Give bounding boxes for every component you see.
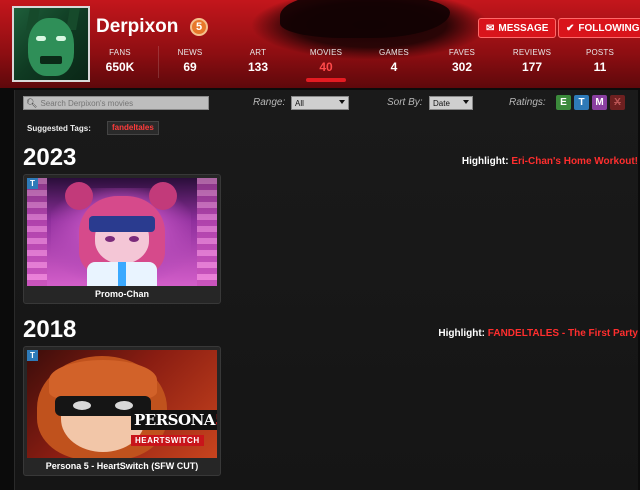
thumb-eye — [115, 401, 133, 410]
movies-panel: 🔍︎ Range: All Sort By: Date Ratings: E T… — [14, 90, 638, 490]
rating-filter-t[interactable]: T — [574, 95, 589, 110]
stat-movies[interactable]: MOVIES 40 — [296, 44, 356, 74]
stat-label: FANS — [109, 48, 131, 57]
following-button-label: FOLLOWING — [578, 22, 640, 34]
message-button-label: MESSAGE — [498, 22, 549, 34]
search-box[interactable]: 🔍︎ — [23, 96, 209, 110]
thumb-visor — [89, 216, 155, 232]
stat-value: 4 — [390, 60, 398, 74]
stat-value: 69 — [183, 60, 197, 74]
highlight-label: Highlight: — [461, 156, 509, 167]
stat-posts[interactable]: POSTS 11 — [570, 44, 630, 74]
stat-label: REVIEWS — [512, 48, 552, 57]
following-button[interactable]: ✔ FOLLOWING — [558, 18, 640, 38]
movie-card-promo-chan[interactable]: T Promo-Chan — [23, 174, 221, 304]
stat-value: 40 — [319, 60, 333, 74]
avatar[interactable] — [12, 6, 90, 82]
message-button[interactable]: ✉ MESSAGE — [478, 18, 557, 38]
thumb-stripe — [118, 262, 126, 286]
movie-title[interactable]: Promo-Chan — [24, 289, 220, 299]
sort-select-value: Date — [433, 98, 450, 108]
search-input[interactable] — [40, 98, 201, 108]
thumb-eye — [105, 236, 115, 242]
stat-label: MOVIES — [309, 48, 343, 57]
stat-label: POSTS — [585, 48, 615, 57]
sort-label: Sort By: — [387, 97, 423, 108]
avatar-face — [28, 18, 74, 76]
thumb-eye — [73, 401, 91, 410]
rating-badge: T — [27, 350, 38, 361]
persona-logo-number: 5 — [215, 411, 217, 429]
user-level-badge: 5 — [190, 18, 208, 36]
sort-select[interactable]: Date — [429, 96, 473, 110]
stat-faves[interactable]: FAVES 302 — [432, 44, 492, 74]
ratings-label: Ratings: — [509, 97, 546, 108]
stat-value: 133 — [247, 60, 269, 74]
stat-fans[interactable]: FANS 650K — [90, 44, 150, 74]
search-icon: 🔍︎ — [26, 97, 38, 108]
thumb-side-pattern — [197, 178, 217, 286]
stat-games[interactable]: GAMES 4 — [364, 44, 424, 74]
highlight-link[interactable]: Eri-Chan's Home Workout! — [511, 156, 638, 167]
stat-value: 302 — [451, 60, 473, 74]
check-circle-icon: ✔ — [566, 22, 575, 34]
heartswitch-logo-text: HEARTSWITCH — [131, 435, 204, 446]
stat-divider — [158, 46, 159, 78]
range-select[interactable]: All — [291, 96, 349, 110]
stat-label: NEWS — [177, 48, 203, 57]
chevron-down-icon — [339, 100, 345, 104]
year-heading-2018: 2018 — [23, 316, 77, 343]
chevron-down-icon — [463, 100, 469, 104]
year-heading-2023: 2023 — [23, 144, 77, 171]
thumb-eye — [129, 236, 139, 242]
avatar-eye-left — [36, 36, 46, 41]
envelope-icon: ✉ — [486, 22, 495, 34]
stat-news[interactable]: NEWS 69 — [160, 44, 220, 74]
stat-art[interactable]: ART 133 — [228, 44, 288, 74]
highlight-2023: Highlight: Eri-Chan's Home Workout! — [462, 156, 638, 167]
movie-thumbnail[interactable] — [27, 178, 217, 286]
rating-badge: T — [27, 178, 38, 189]
thumb-bangs — [49, 360, 157, 400]
movie-card-persona-5-heartswitch[interactable]: PERSONA5 HEARTSWITCH T Persona 5 - Heart… — [23, 346, 221, 476]
rating-filter-m[interactable]: M — [592, 95, 607, 110]
avatar-mouth — [40, 56, 62, 64]
highlight-2018: Highlight: FANDELTALES - The First Party — [438, 328, 638, 339]
range-select-value: All — [295, 98, 304, 108]
stat-value: 177 — [521, 60, 543, 74]
range-label: Range: — [253, 97, 286, 108]
active-tab-indicator — [306, 78, 346, 82]
rating-filter-x[interactable]: X — [610, 95, 625, 110]
stat-label: ART — [249, 48, 267, 57]
thumb-ear — [65, 182, 93, 210]
stat-value: 650K — [105, 60, 135, 74]
stat-value: 11 — [593, 60, 607, 74]
persona-5-logo: PERSONA5 HEARTSWITCH — [131, 410, 217, 450]
stat-label: GAMES — [379, 48, 409, 57]
persona-logo-text: PERSONA5 — [131, 410, 217, 430]
thumb-side-pattern — [27, 178, 47, 286]
movie-title[interactable]: Persona 5 - HeartSwitch (SFW CUT) — [24, 461, 220, 471]
highlight-label: Highlight: — [438, 328, 486, 339]
profile-header: Derpixon 5 ✉ MESSAGE ✔ FOLLOWING FANS 65… — [0, 0, 640, 88]
movie-thumbnail[interactable]: PERSONA5 HEARTSWITCH — [27, 350, 217, 458]
avatar-eye-right — [56, 36, 66, 41]
persona-logo-word: PERSONA — [134, 411, 215, 429]
suggested-tags-label: Suggested Tags: — [27, 124, 91, 133]
stat-reviews[interactable]: REVIEWS 177 — [502, 44, 562, 74]
highlight-link[interactable]: FANDELTALES - The First Party — [488, 328, 638, 339]
stat-label: FAVES — [448, 48, 476, 57]
username[interactable]: Derpixon — [96, 16, 178, 38]
rating-filter-e[interactable]: E — [556, 95, 571, 110]
tag-fandeltales[interactable]: fandeltales — [107, 121, 159, 135]
